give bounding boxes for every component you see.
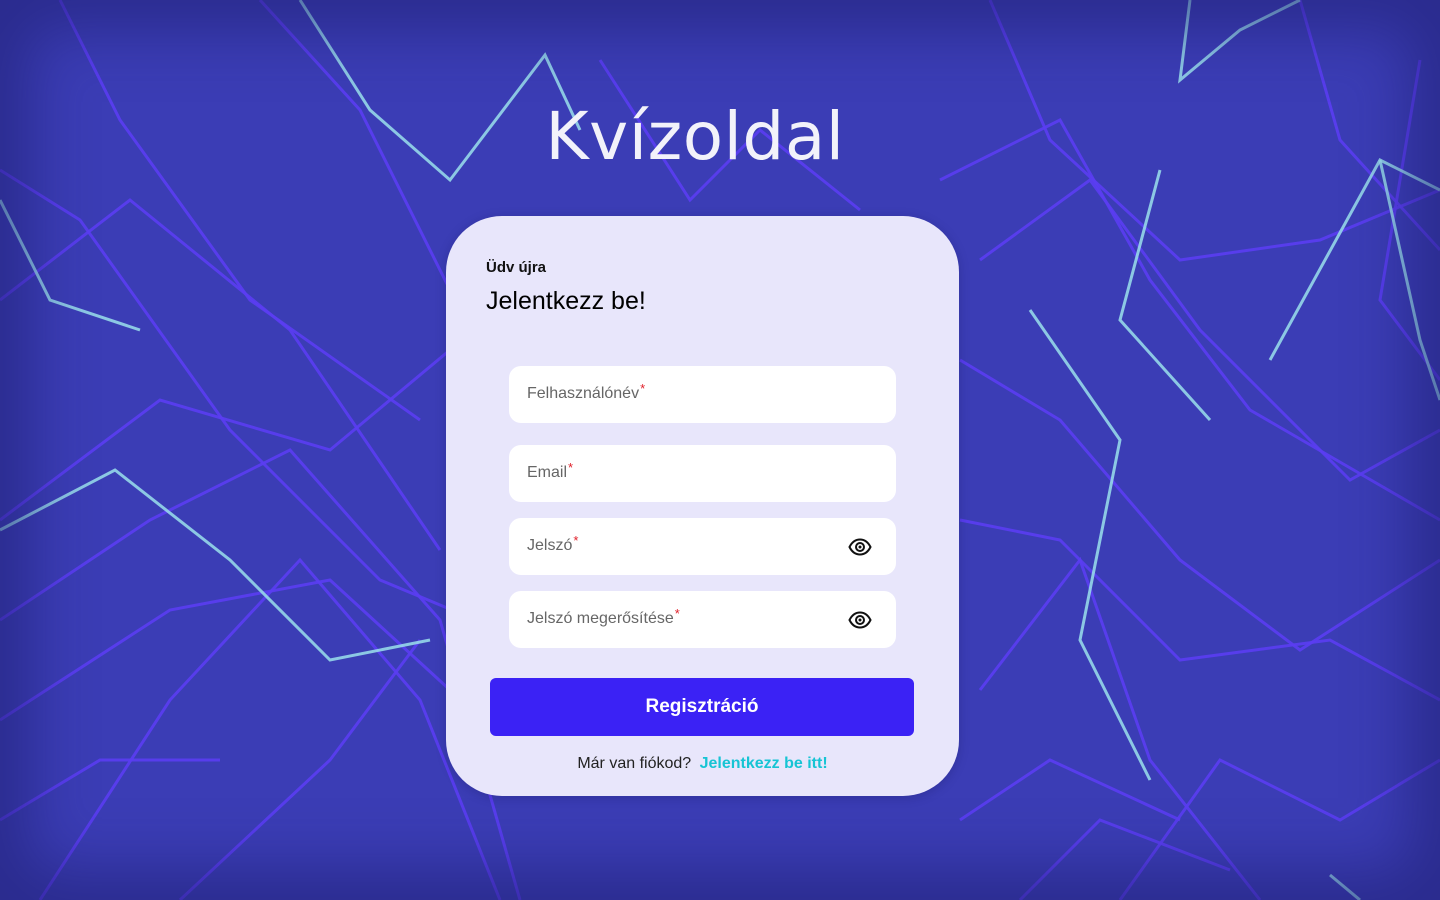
confirm-password-field[interactable]: Jelszó megerősítése* [509,591,896,648]
login-prompt: Már van fiókod? Jelentkezz be itt! [446,755,959,773]
register-card: Üdv újra Jelentkezz be! Felhasználónév* … [446,216,959,796]
password-label: Jelszó* [527,533,579,554]
username-label: Felhasználónév* [527,381,646,402]
welcome-text: Üdv újra [486,259,547,276]
card-heading: Jelentkezz be! [486,287,646,315]
eye-icon[interactable] [848,535,872,559]
required-mark: * [640,381,646,396]
brand-title: Kvízoldal [545,98,845,175]
eye-icon[interactable] [848,608,872,632]
page-background: Kvízoldal Üdv újra Jelentkezz be! Felhas… [0,0,1440,900]
required-mark: * [573,533,579,548]
brand-header: Kvízoldal [0,98,1390,175]
login-prompt-text: Már van fiókod? [577,755,692,772]
required-mark: * [674,606,680,621]
email-label: Email* [527,460,574,481]
username-field[interactable]: Felhasználónév* [509,366,896,423]
confirm-password-label: Jelszó megerősítése* [527,606,680,627]
password-field[interactable]: Jelszó* [509,518,896,575]
required-mark: * [568,460,574,475]
email-field[interactable]: Email* [509,445,896,502]
login-link[interactable]: Jelentkezz be itt! [700,755,828,772]
register-button[interactable]: Regisztráció [490,678,914,736]
